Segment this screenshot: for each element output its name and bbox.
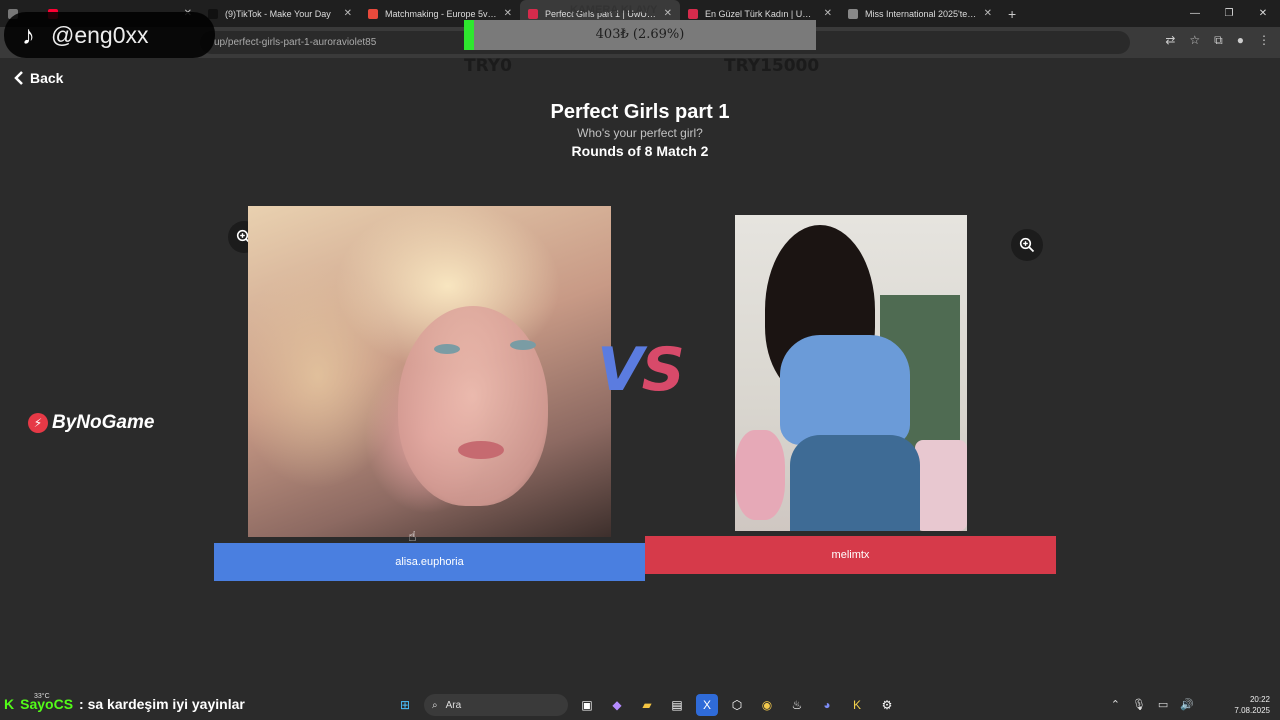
taskbar-apps: ⊞ ⌕ Ara ▣ ◆ ▰ ▤ X ⬡ ◉ ♨ ◕ K ⚙ [394,694,898,716]
window-controls: — ❐ ✕ [1178,0,1280,27]
tab-close-icon[interactable]: ✕ [984,8,992,19]
donation-goal-title: KAMERA KLAVY [570,4,658,16]
photo-face-shape [398,306,548,506]
app-x-icon[interactable]: X [696,694,718,716]
chat-message-text: : sa kardeşim iyi yayinlar [79,696,245,712]
zoom-in-icon [1019,237,1035,253]
search-icon: ⌕ [432,699,438,711]
browser-tab-miss-international[interactable]: Miss International 2025'te Türk ✕ [840,0,1000,27]
chat-username: SayoCS [20,696,74,712]
tab-title: Matchmaking - Europe 5v5 Qu [385,8,498,19]
taskbar-clock[interactable]: 20:22 7.08.2025 [1234,694,1270,716]
photo-lips-shape [458,441,504,459]
clock-date: 7.08.2025 [1234,706,1270,715]
minimize-icon[interactable]: — [1178,0,1212,27]
left-contestant-photo[interactable] [248,206,611,537]
right-choice-button[interactable]: melimtx [645,536,1056,574]
task-view-icon[interactable]: ▣ [576,694,598,716]
tab-title: Miss International 2025'te Türk [865,8,978,19]
uwufufu-favicon-icon [528,8,538,19]
tab-close-icon[interactable]: ✕ [664,8,672,19]
kick-logo-icon: K [4,696,15,712]
page-favicon-icon [848,8,858,19]
tray-chevron-up-icon[interactable]: ⌃ [1111,698,1120,711]
donation-goal-max: TRY15000 [724,56,820,76]
photo-top-shape [780,335,910,445]
app-settings-icon[interactable]: ⚙ [876,694,898,716]
clock-time: 20:22 [1249,695,1270,704]
tiktok-logo-icon: ♪ [22,19,35,50]
new-tab-button[interactable]: + [1000,6,1024,22]
network-icon[interactable]: ▭ [1158,698,1168,711]
donation-goal-min: TRY0 [464,56,512,76]
copilot-icon[interactable]: ◆ [606,694,628,716]
round-indicator: Rounds of 8 Match 2 [571,143,709,159]
store-icon[interactable]: ▤ [666,694,688,716]
back-button[interactable]: Back [14,70,63,86]
bynogame-logo-icon: ⚡ [28,413,48,433]
tiktok-handle: @eng0xx [51,21,149,48]
search-placeholder: Ara [445,699,462,711]
left-choice-button[interactable]: alisa.euphoria [214,543,645,581]
menu-dots-icon[interactable]: ⋮ [1258,33,1270,48]
photo-plush-shape [735,430,785,520]
photo-eye-shape [510,340,536,350]
page-title: Perfect Girls part 1 [550,101,730,123]
system-tray: ⌃ 🎙 ▭ 🔊 [1111,698,1194,711]
tab-close-icon[interactable]: ✕ [824,8,832,19]
tab-close-icon[interactable]: ✕ [504,8,512,19]
tiktok-favicon-icon [208,8,218,19]
file-explorer-icon[interactable]: ▰ [636,694,658,716]
sponsor-logo: ⚡ ByNoGame [28,412,154,434]
sponsor-name: ByNoGame [52,412,155,433]
tab-close-icon[interactable]: ✕ [344,8,352,19]
address-bar-icons: ⇄ ☆ ⧉ ● ⋮ [1165,33,1270,48]
profile-avatar-icon[interactable]: ● [1237,33,1244,48]
photo-jeans-shape [790,435,920,531]
back-label: Back [30,70,64,86]
close-window-icon[interactable]: ✕ [1246,0,1280,27]
discord-icon[interactable]: ◕ [816,694,838,716]
taskbar-search[interactable]: ⌕ Ara [424,694,568,716]
chat-message-overlay: K SayoCS : sa kardeşim iyi yayinlar [4,696,245,712]
chevron-left-icon [14,71,23,85]
tab-title: (9)TikTok - Make Your Day [225,8,331,19]
versus-s: S [641,335,685,405]
app-hex-icon[interactable]: ⬡ [726,694,748,716]
tab-title: En Güzel Türk Kadın | UwUFUFU [705,8,818,19]
versus-label: VS [590,335,690,405]
extensions-icon[interactable]: ⧉ [1214,33,1223,48]
browser-tab-tiktok[interactable]: (9)TikTok - Make Your Day ✕ [200,0,360,27]
chrome-icon[interactable]: ◉ [756,694,778,716]
hand-cursor-icon: ☝ [408,528,417,544]
tiktok-handle-overlay: ♪ @eng0xx [4,12,215,58]
restore-icon[interactable]: ❐ [1212,0,1246,27]
page-subtitle: Who's your perfect girl? [577,126,703,140]
windows-start-icon[interactable]: ⊞ [394,694,416,716]
donation-goal-amount: 403₺ (2.69%) [595,27,685,42]
bookmark-star-icon[interactable]: ☆ [1189,33,1200,48]
app-k-icon[interactable]: K [846,694,868,716]
faceit-favicon-icon [368,8,378,19]
right-contestant-photo[interactable] [735,215,967,531]
photo-eye-shape [434,344,460,354]
volume-icon[interactable]: 🔊 [1180,698,1194,711]
steam-icon[interactable]: ♨ [786,694,808,716]
donation-goal-bar: 403₺ (2.69%) [464,20,816,50]
photo-chair-shape [915,440,967,531]
versus-v: V [597,335,643,405]
microphone-icon[interactable]: 🎙 [1132,698,1146,711]
uwufufu-favicon-icon [688,8,698,19]
translate-icon[interactable]: ⇄ [1165,33,1175,48]
zoom-right-button[interactable] [1011,229,1043,261]
